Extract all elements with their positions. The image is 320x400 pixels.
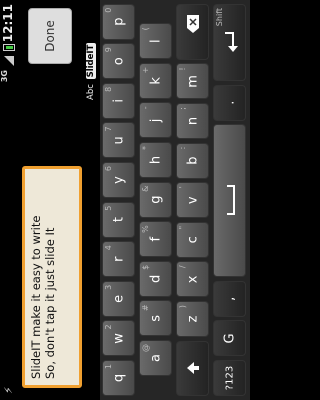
key-z-label: z [185, 315, 200, 323]
text-editor[interactable]: SlideIT make it easy to write So, don't … [22, 166, 82, 388]
key-v[interactable]: ' v [176, 182, 209, 219]
editor-line-2: So, don't tap it just slide It [43, 227, 57, 379]
device-screen: ⚡ 3G 12:11 SlideIT make it easy to write… [0, 0, 250, 400]
key-i[interactable]: 8i [102, 82, 135, 119]
editor-content: SlideIT make it easy to write So, don't … [29, 171, 57, 379]
enter-key[interactable]: Shift [213, 4, 246, 81]
key-w[interactable]: 2w [102, 320, 135, 357]
key-f-label: f [148, 236, 163, 242]
landscape-view: ⚡ 3G 12:11 SlideIT make it easy to write… [0, 0, 250, 400]
slideit-logo: SlideIT [86, 42, 96, 80]
key-l[interactable]: (l [139, 23, 172, 60]
key-d[interactable]: $ d [139, 260, 172, 297]
comma-key-label: , [222, 296, 237, 301]
key-d-label: d [148, 274, 163, 283]
key-t[interactable]: 5t [102, 201, 135, 238]
enter-icon [225, 32, 238, 52]
period-key[interactable]: . [213, 84, 246, 121]
key-k[interactable]: + k [139, 62, 172, 99]
key-j[interactable]: -j [139, 102, 172, 139]
done-button[interactable]: Done [28, 8, 72, 64]
key-e[interactable]: 3e [102, 280, 135, 317]
network-type: 3G [0, 70, 9, 83]
shift-icon [187, 362, 199, 374]
usb-icon: ⚡ [2, 386, 15, 394]
key-q-label: q [111, 373, 126, 383]
key-q[interactable]: 1q [102, 360, 135, 396]
space-key[interactable] [213, 124, 246, 278]
key-o[interactable]: 9o [102, 43, 135, 80]
key-l-label: l [148, 39, 163, 44]
key-e-label: e [111, 294, 126, 303]
key-v-label: v [185, 196, 200, 205]
key-a-label: a [148, 354, 163, 362]
key-s-label: s [148, 315, 163, 322]
key-a[interactable]: @ a [139, 340, 172, 376]
settings-key-label: G [222, 333, 237, 344]
key-g[interactable]: & g [139, 181, 172, 218]
keyboard-brand: Abc SlideIT [86, 42, 100, 100]
key-m[interactable]: ! m [176, 63, 209, 100]
status-time: 12:11 [1, 4, 15, 43]
key-n-label: n [185, 116, 200, 126]
key-j-label: j [148, 118, 163, 123]
key-x-label: x [185, 275, 200, 284]
shift-key[interactable] [176, 341, 209, 396]
battery-icon [3, 44, 15, 51]
settings-key[interactable]: G [213, 320, 246, 357]
key-p[interactable]: 0p [102, 3, 135, 40]
key-p-label: p [111, 17, 126, 26]
key-h[interactable]: * h [139, 142, 172, 178]
key-r-label: r [111, 256, 126, 262]
key-y[interactable]: 6y [102, 162, 135, 198]
key-b[interactable]: :b [176, 142, 209, 179]
key-c-label: c [185, 236, 200, 244]
suggestion-prefix: Abc [86, 84, 96, 100]
key-n[interactable]: ; n [176, 103, 209, 139]
keyboard: ?123 G , . Shift 1 q 2 w 3 e 4 r 5 t 6 y… [100, 0, 250, 400]
editor-line-1: SlideIT make it easy to write [29, 215, 43, 379]
delete-key[interactable] [176, 4, 209, 60]
key-k-label: k [148, 77, 163, 85]
key-r[interactable]: 4r [102, 241, 135, 278]
key-i-label: i [111, 99, 126, 103]
key-t-label: t [111, 217, 126, 223]
key-b-label: b [185, 156, 200, 165]
symbols-key-label: ?123 [224, 365, 235, 391]
key-c[interactable]: " c [176, 221, 209, 258]
delete-icon [187, 14, 199, 33]
key-z[interactable]: ) z [176, 301, 209, 337]
key-x[interactable]: / x [176, 261, 209, 298]
key-h-label: h [148, 155, 163, 165]
key-u[interactable]: 7u [102, 122, 135, 159]
status-bar: ⚡ 3G 12:11 [0, 0, 18, 400]
key-g-label: g [148, 195, 163, 204]
space-icon [227, 185, 235, 216]
key-s[interactable]: # s [139, 300, 172, 337]
key-f[interactable]: % f [139, 221, 172, 258]
key-u-label: u [111, 136, 126, 145]
enter-key-hint: Shift [215, 8, 224, 27]
comma-key[interactable]: , [213, 280, 246, 317]
signal-icon [4, 56, 14, 66]
key-m-label: m [185, 75, 200, 88]
key-w-label: w [111, 333, 126, 344]
symbols-key[interactable]: ?123 [213, 360, 246, 396]
key-o-label: o [111, 57, 126, 66]
key-y-label: y [111, 176, 126, 184]
period-key-label: . [222, 100, 237, 105]
